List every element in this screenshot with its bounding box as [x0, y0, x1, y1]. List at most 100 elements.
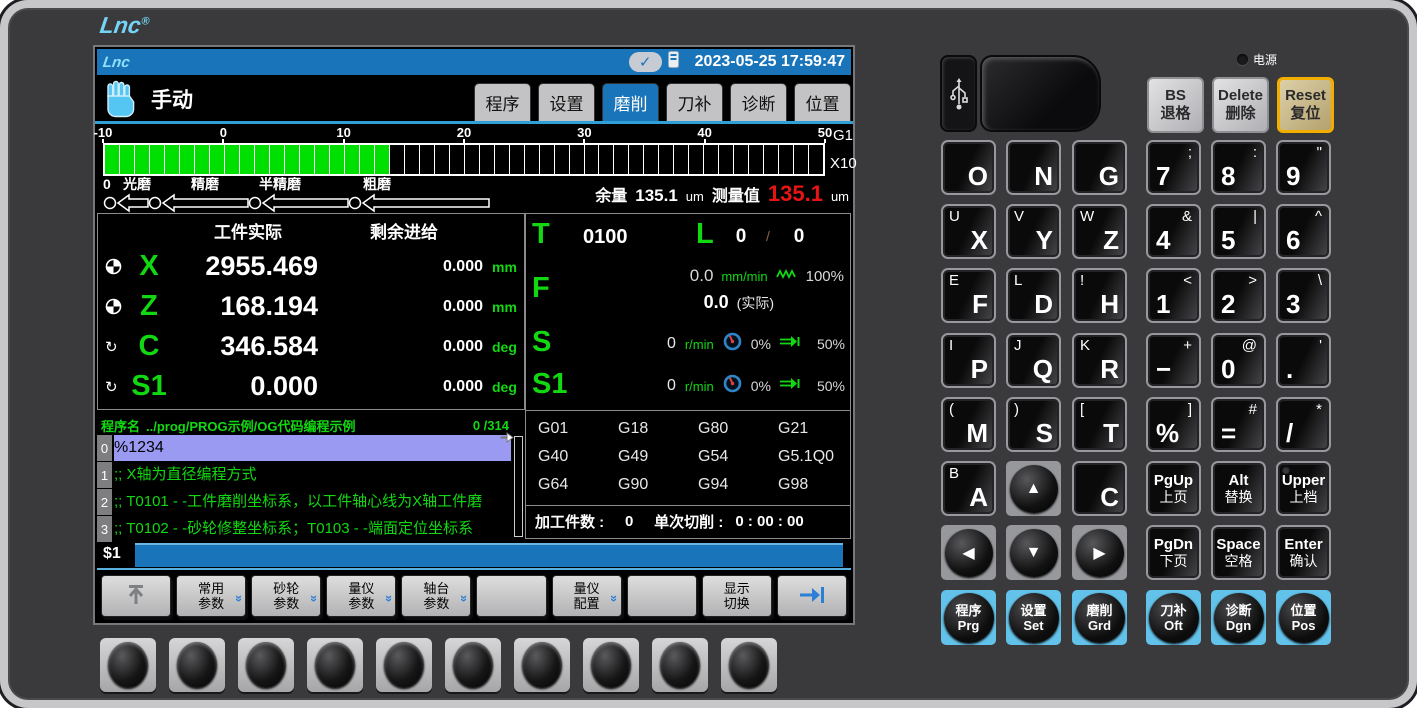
- key-shift-char: ': [1319, 337, 1322, 354]
- key-y[interactable]: YV: [1006, 204, 1061, 259]
- key-main-char: O: [968, 161, 988, 192]
- key-shift-char: B: [949, 465, 959, 482]
- key-−[interactable]: −+: [1146, 333, 1201, 388]
- key-shift-char: [: [1080, 401, 1084, 418]
- key-label-en: PgDn: [1154, 536, 1193, 553]
- key-4[interactable]: 4&: [1146, 204, 1201, 259]
- key-main-char: 0: [1221, 354, 1235, 385]
- key-main-char: 6: [1286, 225, 1300, 256]
- key-label-zh: 替换: [1225, 489, 1253, 506]
- key-main-char: Y: [1036, 225, 1053, 256]
- key-h[interactable]: H!: [1072, 268, 1127, 323]
- key-1[interactable]: 1<: [1146, 268, 1201, 323]
- mode-key-cap: 设置Set: [1009, 593, 1059, 643]
- key-n[interactable]: N: [1006, 140, 1061, 195]
- key-8[interactable]: 8:: [1211, 140, 1266, 195]
- mode-key-cap: 程序Prg: [944, 593, 994, 643]
- mode-key-en: Set: [1023, 618, 1043, 633]
- key-label-zh: 下页: [1160, 553, 1188, 570]
- key-label-en: Upper: [1282, 472, 1325, 489]
- key-m[interactable]: M(: [941, 397, 996, 452]
- key-arrow-down[interactable]: ▼: [1006, 525, 1061, 580]
- key-shift-char: +: [1183, 337, 1192, 354]
- key-grd[interactable]: 磨削Grd: [1072, 590, 1127, 645]
- key-%[interactable]: %]: [1146, 397, 1201, 452]
- key-label-en: Alt: [1229, 472, 1249, 489]
- key-t[interactable]: T[: [1072, 397, 1127, 452]
- key-9[interactable]: 9": [1276, 140, 1331, 195]
- key-3[interactable]: 3\: [1276, 268, 1331, 323]
- key-a[interactable]: AB: [941, 461, 996, 516]
- key-=[interactable]: =#: [1211, 397, 1266, 452]
- key-5[interactable]: 5|: [1211, 204, 1266, 259]
- key-alt[interactable]: Alt替换: [1211, 461, 1266, 516]
- key-c[interactable]: C: [1072, 461, 1127, 516]
- key-label-en: Enter: [1284, 536, 1322, 553]
- key-main-char: C: [1100, 482, 1119, 513]
- key-r[interactable]: RK: [1072, 333, 1127, 388]
- key-main-char: H: [1100, 289, 1119, 320]
- key-s[interactable]: S): [1006, 397, 1061, 452]
- key-shift-char: ): [1014, 401, 1019, 418]
- key-main-char: G: [1099, 161, 1119, 192]
- mode-key-cap: 诊断Dgn: [1214, 593, 1264, 643]
- key-2[interactable]: 2>: [1211, 268, 1266, 323]
- key-delete[interactable]: Delete删除: [1212, 77, 1269, 133]
- key-x[interactable]: XU: [941, 204, 996, 259]
- key-arrow-left[interactable]: ◀: [941, 525, 996, 580]
- key-q[interactable]: QJ: [1006, 333, 1061, 388]
- key-set[interactable]: 设置Set: [1006, 590, 1061, 645]
- key-shift-char: !: [1080, 272, 1084, 289]
- mode-key-cap: 位置Pos: [1279, 593, 1329, 643]
- key-shift-char: |: [1253, 208, 1257, 225]
- key-main-char: −: [1156, 354, 1171, 385]
- cnc-panel: Lnc® Lnc ✓ 2023-05-25 17:59:47 手动 程序设置磨削…: [0, 0, 1417, 708]
- key-main-char: S: [1036, 418, 1053, 449]
- key-7[interactable]: 7;: [1146, 140, 1201, 195]
- key-enter[interactable]: Enter确认: [1276, 525, 1331, 580]
- key-6[interactable]: 6^: [1276, 204, 1331, 259]
- mode-key-zh: 位置: [1290, 603, 1316, 618]
- key-dgn[interactable]: 诊断Dgn: [1211, 590, 1266, 645]
- mode-key-zh: 刀补: [1160, 603, 1186, 618]
- key-upper[interactable]: Upper上档: [1276, 461, 1331, 516]
- key-g[interactable]: G: [1072, 140, 1127, 195]
- key-shift-char: <: [1183, 272, 1192, 289]
- key-space[interactable]: Space空格: [1211, 525, 1266, 580]
- key-label-zh: 上页: [1160, 489, 1188, 506]
- arrow-up-icon: ▲: [1010, 465, 1058, 513]
- mode-key-zh: 程序: [955, 603, 981, 618]
- key-0[interactable]: 0@: [1211, 333, 1266, 388]
- key-pgdn[interactable]: PgDn下页: [1146, 525, 1201, 580]
- mode-key-en: Prg: [958, 618, 980, 633]
- key-shift-char: :: [1253, 144, 1257, 161]
- key-d[interactable]: DL: [1006, 268, 1061, 323]
- key-arrow-right[interactable]: ▶: [1072, 525, 1127, 580]
- key-main-char: P: [971, 354, 988, 385]
- key-pos[interactable]: 位置Pos: [1276, 590, 1331, 645]
- key-arrow-up[interactable]: ▲: [1006, 461, 1061, 516]
- key-main-char: N: [1034, 161, 1053, 192]
- key-shift-char: ^: [1315, 208, 1322, 225]
- key-pgup[interactable]: PgUp上页: [1146, 461, 1201, 516]
- key-shift-char: U: [949, 208, 960, 225]
- key-p[interactable]: PI: [941, 333, 996, 388]
- key-/[interactable]: /*: [1276, 397, 1331, 452]
- key-reset[interactable]: Reset复位: [1277, 77, 1334, 133]
- key-main-char: 9: [1286, 161, 1300, 192]
- key-bs[interactable]: BS退格: [1147, 77, 1204, 133]
- key-o[interactable]: O: [941, 140, 996, 195]
- key-f[interactable]: FE: [941, 268, 996, 323]
- mode-key-cap: 刀补Oft: [1149, 593, 1199, 643]
- key-z[interactable]: ZW: [1072, 204, 1127, 259]
- key-shift-char: L: [1014, 272, 1022, 289]
- key-.[interactable]: .': [1276, 333, 1331, 388]
- arrow-left-icon: ◀: [945, 529, 993, 577]
- key-main-char: %: [1156, 418, 1179, 449]
- mode-key-en: Dgn: [1226, 618, 1251, 633]
- key-oft[interactable]: 刀补Oft: [1146, 590, 1201, 645]
- key-main-char: X: [971, 225, 988, 256]
- key-main-char: 2: [1221, 289, 1235, 320]
- key-shift-char: K: [1080, 337, 1090, 354]
- key-prg[interactable]: 程序Prg: [941, 590, 996, 645]
